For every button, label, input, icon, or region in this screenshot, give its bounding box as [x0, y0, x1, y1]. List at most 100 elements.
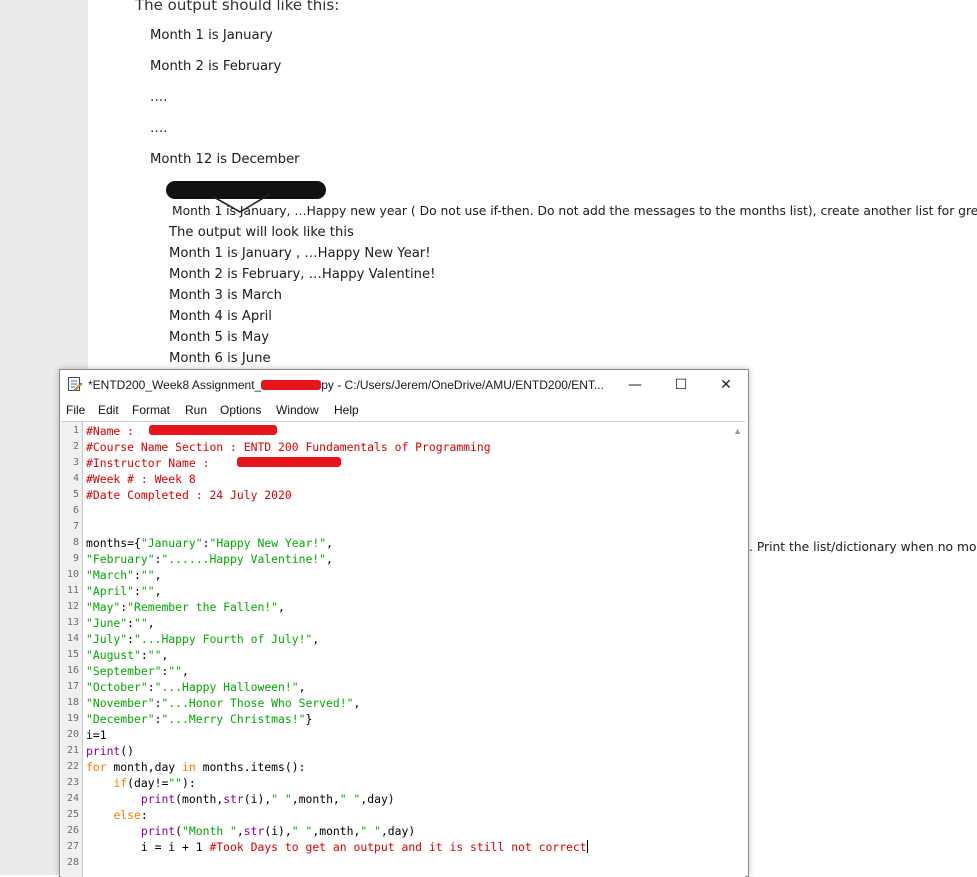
code-line[interactable]: i=1 [86, 728, 107, 742]
code-token-plain: , [182, 664, 189, 678]
code-line[interactable]: i = i + 1 #Took Days to get an output an… [86, 840, 588, 854]
code-token-string: " " [360, 824, 381, 838]
code-token-plain: , [147, 616, 155, 630]
title-redaction [261, 380, 322, 390]
line-number: 11 [66, 585, 79, 596]
close-button[interactable]: ✕ [703, 370, 749, 400]
code-token-plain: } [305, 712, 313, 726]
code-token-plain: , [298, 680, 306, 694]
code-token-comment: #Instructor Name : [86, 456, 217, 470]
code-line[interactable]: #Course Name Section : ENTD 200 Fundamen… [86, 440, 491, 454]
code-token-string: "" [168, 776, 183, 790]
code-token-string: "...Happy Halloween!" [154, 680, 299, 694]
code-token-keyword: if [113, 776, 128, 790]
line-number: 17 [66, 681, 79, 692]
code-token-string: "May" [86, 600, 121, 614]
code-token-plain: : [134, 584, 141, 598]
code-line[interactable]: #Date Completed : 24 July 2020 [86, 488, 292, 502]
code-line[interactable]: print() [86, 744, 134, 758]
code-token-plain: (month, [175, 792, 224, 806]
code-line[interactable]: "February":"......Happy Valentine!", [86, 552, 333, 566]
line-number: 13 [66, 617, 79, 628]
minimize-button[interactable]: — [612, 370, 658, 400]
code-line[interactable]: if(day!=""): [86, 776, 195, 790]
menu-run[interactable]: Run [185, 403, 207, 417]
code-token-plain: i=1 [86, 728, 107, 742]
code-line[interactable]: months={"January":"Happy New Year!", [86, 536, 333, 550]
doc-example-line: …. [150, 121, 168, 136]
code-line[interactable]: "December":"...Merry Christmas!"} [86, 712, 312, 726]
code-token-string: "" [168, 664, 183, 678]
code-line[interactable]: #Name : [86, 424, 141, 438]
code-token-plain: , [236, 824, 244, 838]
menu-file[interactable]: File [66, 403, 85, 417]
code-line[interactable]: #Instructor Name : [86, 456, 216, 470]
doc-greeting-intro: The output will look like this [169, 225, 354, 240]
code-token-plain: : [140, 808, 148, 822]
line-number: 16 [66, 665, 79, 676]
line-number: 9 [72, 553, 79, 564]
code-token-plain: () [120, 744, 135, 758]
code-token-builtin: print [140, 824, 176, 838]
code-line[interactable]: "September":"", [86, 664, 189, 678]
code-token-string: "December" [86, 712, 155, 726]
code-token-string: "" [140, 584, 155, 598]
code-token-plain: ,day) [380, 824, 416, 838]
window-title-main: *ENTD200_Week8 Assignment_ [88, 378, 262, 392]
code-token-string: "...Happy Fourth of July!" [134, 632, 313, 646]
code-token-string: "" [140, 568, 155, 582]
code-line[interactable]: "August":"", [86, 648, 168, 662]
menu-edit[interactable]: Edit [98, 403, 119, 417]
code-line[interactable]: #Week # : Week 8 [86, 472, 196, 486]
code-token-plain: , [353, 696, 361, 710]
code-line[interactable]: "November":"...Honor Those Who Served!", [86, 696, 360, 710]
line-number: 28 [66, 857, 79, 868]
title-bar[interactable]: *ENTD200_Week8 Assignment_ py - C:/Users/… [60, 370, 748, 400]
code-line[interactable]: "March":"", [86, 568, 161, 582]
code-token-keyword: in [182, 760, 196, 774]
doc-greeting-line: Month 3 is March [169, 288, 283, 303]
line-number: 15 [66, 649, 79, 660]
code-line[interactable]: "October":"...Happy Halloween!", [86, 680, 305, 694]
code-token-string: "April" [86, 584, 135, 598]
code-line[interactable]: for month,day in months.items(): [86, 760, 305, 774]
menu-options[interactable]: Options [220, 403, 261, 417]
idle-editor-window[interactable]: *ENTD200_Week8 Assignment_ py - C:/Users/… [59, 369, 749, 877]
code-token-builtin: print [140, 792, 176, 806]
code-token-plain: : [140, 648, 148, 662]
code-token-plain: : [147, 680, 155, 694]
code-token-string: "......Happy Valentine!" [161, 552, 327, 566]
code-line[interactable]: print("Month ",str(i)," ",month," ",day) [86, 824, 415, 838]
code-line[interactable]: "May":"Remember the Fallen!", [86, 600, 285, 614]
line-number: 22 [66, 761, 79, 772]
vertical-scrollbar[interactable]: ▲ [729, 422, 745, 877]
code-line[interactable]: else: [86, 808, 148, 822]
code-editor[interactable]: 1 2 3 4 5 6 7 8 9 10 11 12 13 14 15 16 17 18 19 20 21 22 23 24 2… [61, 421, 745, 877]
scroll-up-arrow-icon[interactable]: ▲ [733, 426, 742, 436]
line-number: 14 [66, 633, 79, 644]
code-token-string: "Remember the Fallen!" [127, 600, 279, 614]
menu-format[interactable]: Format [132, 403, 170, 417]
maximize-button[interactable]: ☐ [658, 370, 704, 400]
doc-greeting-line: Month 2 is February, …Happy Valentine! [169, 267, 436, 282]
code-token-plain: ( [175, 824, 183, 838]
idle-file-icon [68, 377, 83, 392]
doc-example-line: Month 12 is December [150, 152, 300, 167]
code-line[interactable]: print(month,str(i)," ",month," ",day) [86, 792, 395, 806]
code-line[interactable]: "June":"", [86, 616, 155, 630]
menu-help[interactable]: Help [334, 403, 359, 417]
code-line[interactable]: "July":"...Happy Fourth of July!", [86, 632, 319, 646]
line-number: 5 [72, 489, 79, 500]
window-title: *ENTD200_Week8 Assignment_ py - C:/Users/… [88, 378, 604, 392]
line-number: 18 [66, 697, 79, 708]
code-token-plain: , [161, 648, 169, 662]
menu-window[interactable]: Window [276, 403, 319, 417]
line-number: 4 [72, 473, 79, 484]
code-token-plain: month,day [106, 760, 183, 774]
code-token-plain: , [278, 600, 285, 614]
code-line[interactable]: "April":"", [86, 584, 161, 598]
code-token-plain: , [326, 552, 333, 566]
